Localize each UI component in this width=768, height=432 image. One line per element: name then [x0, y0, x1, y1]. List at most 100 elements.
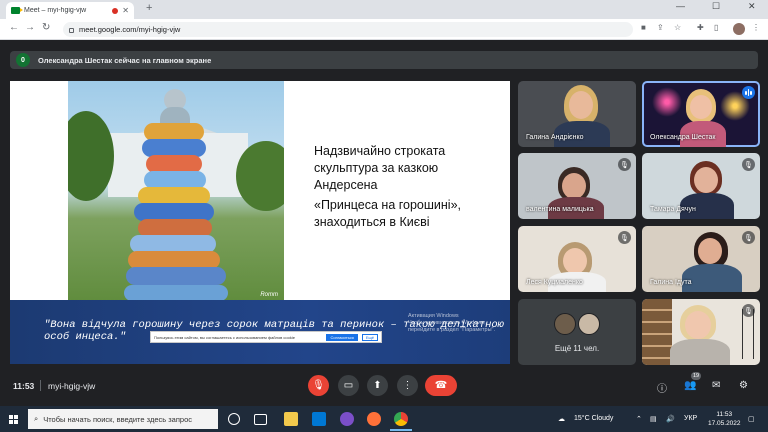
weather-icon[interactable]: ☁ — [558, 415, 565, 423]
store-icon[interactable] — [312, 412, 326, 426]
slide-line: «Принцеса на горошині», — [314, 198, 462, 212]
network-icon[interactable]: ▤ — [650, 415, 657, 423]
people-count-badge: 19 — [691, 372, 701, 380]
file-explorer-icon[interactable] — [284, 412, 298, 426]
mini-avatar — [578, 313, 600, 335]
more-options-button[interactable]: ⋮ — [397, 375, 418, 396]
tray-chevron-icon[interactable]: ⌃ — [636, 415, 642, 423]
slide-text: Надзвичайно строката скульптура за казко… — [314, 143, 504, 231]
notifications-icon[interactable]: ▢ — [748, 415, 755, 423]
more-participants-tile[interactable]: Ещё 11 чел. — [518, 299, 636, 365]
cookie-accept-button[interactable]: Согласиться — [326, 333, 358, 341]
present-screen-button[interactable]: ⬆ — [367, 375, 388, 396]
browser-tab-strip: Meet – myi-hgig-vjw ✕ + — ☐ ✕ — [0, 0, 768, 19]
participant-tile[interactable]: 🎙 — [642, 299, 760, 365]
browser-tab-meet[interactable]: Meet – myi-hgig-vjw ✕ — [6, 2, 134, 19]
clock-time: 11:53 — [716, 411, 733, 418]
back-icon[interactable]: ← — [9, 22, 19, 33]
separator — [40, 380, 41, 391]
firefox-icon[interactable] — [367, 412, 381, 426]
participant-name: Олександра Шестак — [650, 134, 716, 141]
close-window-button[interactable]: ✕ — [748, 1, 756, 12]
browser-menu-icon[interactable]: ⋮ — [752, 23, 760, 32]
participant-tile[interactable]: 🎙 валентина малицька — [518, 153, 636, 219]
speaking-indicator-icon — [742, 86, 755, 99]
participant-face — [685, 311, 711, 339]
windows-taskbar: ⌕ Чтобы начать поиск, введите здесь запр… — [0, 406, 768, 432]
tab-title: Meet – myi-hgig-vjw — [24, 7, 87, 14]
participant-face — [698, 238, 722, 264]
participant-tile[interactable]: Галина Андрієнко — [518, 81, 636, 147]
camera-permission-icon[interactable]: ■ — [641, 23, 646, 32]
meet-control-bar: 11:53 myi-hgig-vjw 🎙 ▭ ⬆ ⋮ ☎ ⓘ 👥 19 ✉ ⚙ — [0, 366, 768, 406]
meeting-code: myi-hgig-vjw — [48, 381, 96, 391]
activation-hint: Чтобы активировать Windows, перейдите в … — [408, 320, 496, 333]
url-text: meet.google.com/myi-hgig-vjw — [79, 25, 181, 34]
chrome-icon[interactable] — [390, 412, 412, 431]
participant-name: Галина Андрієнко — [526, 134, 584, 141]
photo-watermark: Romm — [260, 292, 278, 298]
windows-activation-watermark: Активация Windows Чтобы активировать Win… — [408, 313, 510, 334]
slide-line: знаходиться в Києві — [314, 215, 430, 229]
participant-name: Галина Ідута — [650, 279, 692, 286]
forward-icon[interactable]: → — [25, 22, 35, 33]
participant-name: Леся Куцмаленко — [526, 279, 583, 286]
meeting-details-icon[interactable]: ⓘ — [657, 380, 667, 395]
firework-left — [652, 87, 682, 117]
taskbar-search[interactable]: ⌕ Чтобы начать поиск, введите здесь запр… — [28, 409, 218, 429]
slide-line: скульптура за казкою — [314, 161, 439, 175]
participant-tile[interactable]: 🎙 Тамара Дячун — [642, 153, 760, 219]
chat-icon[interactable]: ✉ — [712, 380, 720, 391]
activities-icon[interactable]: ⚙ — [739, 380, 748, 391]
profile-avatar[interactable] — [733, 23, 745, 35]
bookmark-star-icon[interactable]: ☆ — [674, 23, 681, 32]
share-icon[interactable]: ⇪ — [657, 23, 664, 32]
volume-icon[interactable]: 🔊 — [666, 415, 675, 423]
viber-icon[interactable] — [340, 412, 354, 426]
pillow-10 — [126, 267, 226, 285]
meet-favicon-icon — [11, 7, 23, 14]
minimize-button[interactable]: — — [676, 1, 685, 11]
notification-badge: 0 — [16, 53, 30, 67]
participant-name: валентина малицька — [526, 206, 594, 213]
notification-text: Олександра Шестак сейчас на главном экра… — [38, 55, 212, 65]
language-indicator[interactable]: УКР — [684, 415, 697, 422]
side-panel-icon[interactable]: ▯ — [714, 23, 718, 32]
taskbar-clock[interactable]: 11:53 17.05.2022 — [708, 410, 741, 428]
search-icon: ⌕ — [34, 414, 39, 423]
meeting-time: 11:53 — [13, 381, 35, 391]
cookie-more-button[interactable]: Ещё — [361, 333, 378, 341]
presentation-screen[interactable]: Romm Надзвичайно строката скульптура за … — [10, 81, 510, 364]
cookie-banner: Пользуясь этим сайтом, вы соглашаетесь с… — [150, 331, 382, 343]
presenting-notification: 0 Олександра Шестак сейчас на главном эк… — [10, 51, 758, 69]
participant-name: Тамара Дячун — [650, 206, 696, 213]
participant-tile[interactable]: 🎙 Леся Куцмаленко — [518, 226, 636, 292]
clock-date: 17.05.2022 — [708, 420, 741, 427]
mic-off-icon: 🎙 — [742, 304, 755, 317]
taskbar-search-placeholder: Чтобы начать поиск, введите здесь запрос — [43, 414, 192, 424]
weather-text[interactable]: 15°C Cloudy — [574, 415, 613, 422]
close-tab-icon[interactable]: ✕ — [122, 6, 129, 15]
new-tab-button[interactable]: + — [146, 2, 152, 14]
participant-body — [682, 264, 742, 292]
participant-tile-active[interactable]: Олександра Шестак — [642, 81, 760, 147]
windows-start-icon[interactable] — [9, 415, 18, 424]
sculpture-photo: Romm — [68, 81, 284, 310]
slide-line: Андерсена — [314, 178, 378, 192]
participant-tile[interactable]: 🎙 Галина Ідута — [642, 226, 760, 292]
extensions-icon[interactable]: ✚ — [697, 23, 704, 32]
meet-stage: 0 Олександра Шестак сейчас на главном эк… — [0, 40, 768, 406]
camera-toggle-button[interactable]: ▭ — [338, 375, 359, 396]
reload-icon[interactable]: ↻ — [42, 22, 50, 33]
task-view-icon[interactable] — [254, 414, 267, 425]
mic-toggle-button[interactable]: 🎙 — [308, 375, 329, 396]
people-icon[interactable]: 👥 — [684, 380, 696, 391]
end-call-button[interactable]: ☎ — [425, 375, 457, 396]
cortana-icon[interactable] — [228, 413, 240, 425]
maximize-button[interactable]: ☐ — [712, 1, 720, 12]
address-bar[interactable]: meet.google.com/myi-hgig-vjw — [63, 22, 633, 37]
participant-face — [694, 167, 718, 193]
tree-right — [236, 141, 284, 211]
participant-face — [690, 95, 712, 119]
participant-face — [563, 248, 587, 274]
